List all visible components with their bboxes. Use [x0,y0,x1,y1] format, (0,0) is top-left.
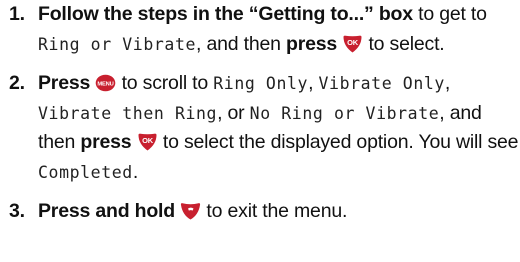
menu-button-icon: MENU [95,74,116,92]
display-text: Ring or Vibrate [38,34,197,54]
ok-button-label: OK [347,38,359,47]
step-text: , [308,72,319,94]
ok-button-icon: OK [137,133,158,151]
step-text: . [132,160,139,183]
step-text: to get to [412,3,487,25]
step-text: to scroll to [116,72,214,94]
display-text: No Ring or Vibrate [249,103,440,123]
step-emphasis: Follow the steps in the “Getting to...” … [38,3,413,25]
step-number: 3. [9,200,25,222]
end-button-icon [180,202,201,220]
step-text: to select the displayed option. You will… [157,131,519,153]
step-number: 2. [9,72,25,94]
step-text: , [444,72,451,94]
step-emphasis: Press [38,72,91,94]
ok-button-label: OK [142,136,154,145]
step-emphasis: press [80,131,132,153]
display-text: Ring Only [213,74,309,93]
step-text: to select. [363,32,445,55]
menu-button-label: MENU [98,81,114,87]
step-text: to exit the menu. [201,200,348,222]
step-2: 2. Press MENU to scroll to Ring Only, Vi… [0,69,520,187]
display-text: Vibrate then Ring [38,103,218,123]
display-text: Completed [38,162,133,182]
step-text: , or [217,101,250,124]
instruction-steps: 1. Follow the steps in the “Getting to..… [0,0,520,227]
step-emphasis: Press and hold [38,200,175,222]
ok-button-icon: OK [342,35,363,53]
step-3: 3. Press and hold to exit the menu. [0,197,520,227]
display-text: Vibrate Only [318,74,445,93]
step-emphasis: press [285,32,338,55]
step-number: 1. [9,3,25,25]
step-text: , and then [196,32,286,55]
step-1: 1. Follow the steps in the “Getting to..… [0,0,520,59]
